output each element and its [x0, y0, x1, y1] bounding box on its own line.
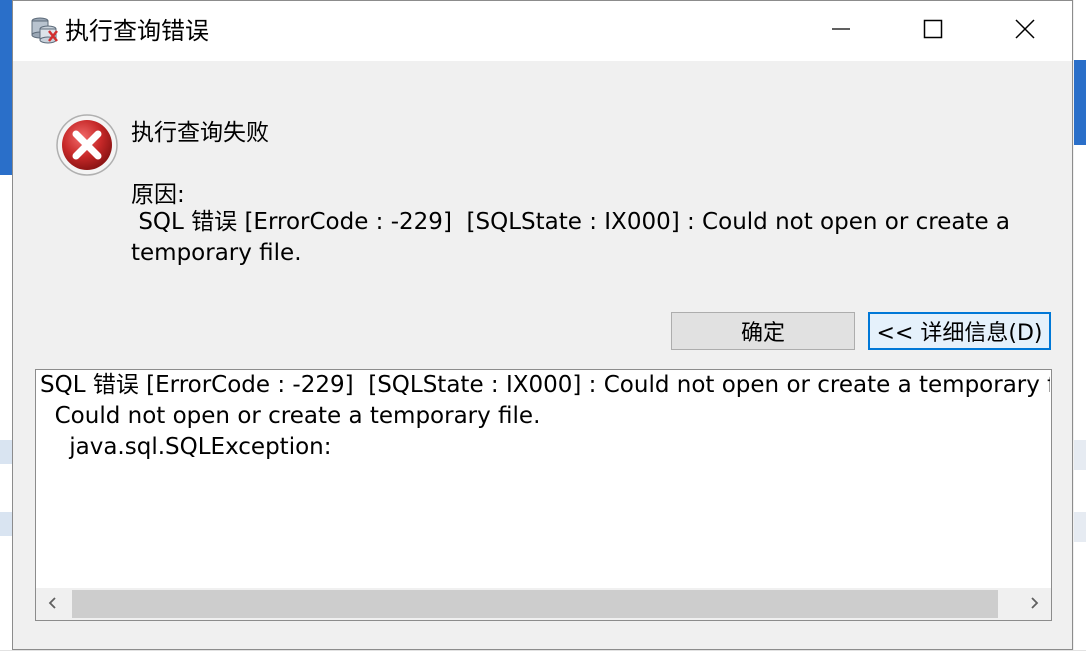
- title-bar[interactable]: 执行查询错误: [13, 1, 1072, 61]
- details-text-area[interactable]: SQL 错误 [ErrorCode : -229] [SQLState : IX…: [35, 369, 1052, 621]
- details-line: java.sql.SQLException:: [40, 434, 332, 460]
- database-icon: [29, 15, 59, 45]
- horizontal-scrollbar[interactable]: [36, 588, 1051, 620]
- background-row: [1074, 440, 1086, 470]
- reason-message: SQL 错误 [ErrorCode : -229] [SQLState : IX…: [131, 209, 1018, 266]
- error-icon: [55, 113, 119, 177]
- scroll-right-button[interactable]: [1017, 588, 1051, 620]
- close-icon: [1014, 18, 1036, 44]
- minimize-icon: [830, 18, 852, 44]
- details-line: SQL 错误 [ErrorCode : -229] [SQLState : IX…: [40, 372, 1050, 398]
- error-headline: 执行查询失败: [131, 120, 269, 146]
- background-app-bottom: [0, 650, 1086, 663]
- ok-button[interactable]: 确定: [671, 312, 855, 350]
- background-row: [1074, 512, 1086, 542]
- maximize-icon: [922, 18, 944, 44]
- window-title: 执行查询错误: [65, 17, 209, 45]
- details-text: SQL 错误 [ErrorCode : -229] [SQLState : IX…: [40, 370, 1050, 463]
- details-line: Could not open or create a temporary fil…: [40, 403, 541, 429]
- close-button[interactable]: [979, 1, 1071, 61]
- chevron-left-icon: [47, 595, 59, 614]
- scroll-left-button[interactable]: [36, 588, 70, 620]
- error-dialog: 执行查询错误 执行查询失败 原因: SQL 错误 [ErrorCode: -2…: [12, 0, 1073, 650]
- maximize-button[interactable]: [887, 1, 979, 61]
- minimize-button[interactable]: [795, 1, 887, 61]
- details-toggle-button[interactable]: << 详细信息(D): [868, 312, 1051, 350]
- chevron-right-icon: [1028, 595, 1040, 614]
- background-app-right: [1074, 0, 1086, 662]
- background-selection: [1074, 60, 1086, 145]
- scrollbar-thumb[interactable]: [72, 590, 998, 618]
- reason-label: 原因:: [131, 182, 185, 208]
